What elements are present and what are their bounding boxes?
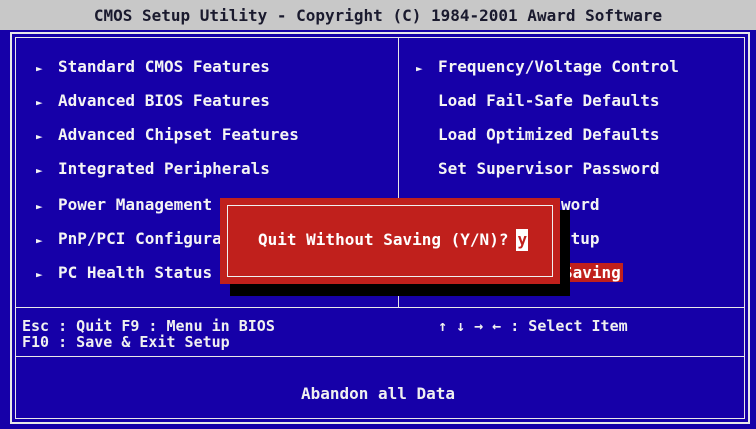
menu-item-label: Advanced BIOS Features <box>58 91 270 110</box>
dialog-input[interactable]: y <box>516 229 529 251</box>
menu-item-set-supervisor-password[interactable]: Set Supervisor Password <box>438 157 660 181</box>
submenu-arrow-icon: ► <box>36 200 43 213</box>
help-navigation-keys: ↑ ↓ → ← : Select Item <box>438 317 628 335</box>
help-keys-line1: Esc : Quit F9 : Menu in BIOS <box>22 317 275 335</box>
menu-item-label: PnP/PCI Configura <box>58 229 222 248</box>
submenu-arrow-icon: ► <box>36 96 43 109</box>
menu-item-label: Power Management <box>58 195 213 214</box>
menu-item-label: Frequency/Voltage Control <box>438 57 679 76</box>
menu-item-advanced-chipset[interactable]: ► Advanced Chipset Features <box>36 123 299 147</box>
submenu-arrow-icon: ► <box>36 62 43 75</box>
menu-item-integrated-peripherals[interactable]: ► Integrated Peripherals <box>36 157 270 181</box>
menu-item-standard-cmos[interactable]: ► Standard CMOS Features <box>36 55 270 79</box>
help-status-divider <box>15 356 745 357</box>
menu-item-label: PC Health Status <box>58 263 213 282</box>
menu-item-advanced-bios[interactable]: ► Advanced BIOS Features <box>36 89 270 113</box>
menu-item-load-optimized[interactable]: Load Optimized Defaults <box>438 123 660 147</box>
menu-item-label: Load Optimized Defaults <box>438 125 660 144</box>
menu-item-label: Integrated Peripherals <box>58 159 270 178</box>
selected-menu-item-label: Saving <box>561 263 623 282</box>
submenu-arrow-icon: ► <box>36 234 43 247</box>
submenu-arrow-icon: ► <box>416 62 423 75</box>
menu-item-exit-without-saving[interactable]: Saving <box>561 261 623 285</box>
menu-item-label: Set Supervisor Password <box>438 159 660 178</box>
menu-item-frequency-voltage[interactable]: ► Frequency/Voltage Control <box>416 55 679 79</box>
status-message: Abandon all Data <box>300 384 456 403</box>
menu-item-power-management[interactable]: ► Power Management <box>36 193 212 217</box>
menu-item-label: Standard CMOS Features <box>58 57 270 76</box>
submenu-arrow-icon: ► <box>36 130 43 143</box>
menu-item-pnp-pci[interactable]: ► PnP/PCI Configura <box>36 227 222 251</box>
menu-item-load-failsafe[interactable]: Load Fail-Safe Defaults <box>438 89 660 113</box>
submenu-arrow-icon: ► <box>36 164 43 177</box>
menu-item-label: Load Fail-Safe Defaults <box>438 91 660 110</box>
help-keys-line2: F10 : Save & Exit Setup <box>22 333 230 351</box>
submenu-arrow-icon: ► <box>36 268 43 281</box>
dialog-prompt-row: Quit Without Saving (Y/N)? y <box>258 229 529 251</box>
menu-item-label: Advanced Chipset Features <box>58 125 299 144</box>
menu-item-pc-health[interactable]: ► PC Health Status <box>36 261 212 285</box>
dialog-prompt: Quit Without Saving (Y/N)? <box>258 230 509 249</box>
menu-help-divider <box>15 307 745 308</box>
window-title: CMOS Setup Utility - Copyright (C) 1984-… <box>0 0 756 30</box>
